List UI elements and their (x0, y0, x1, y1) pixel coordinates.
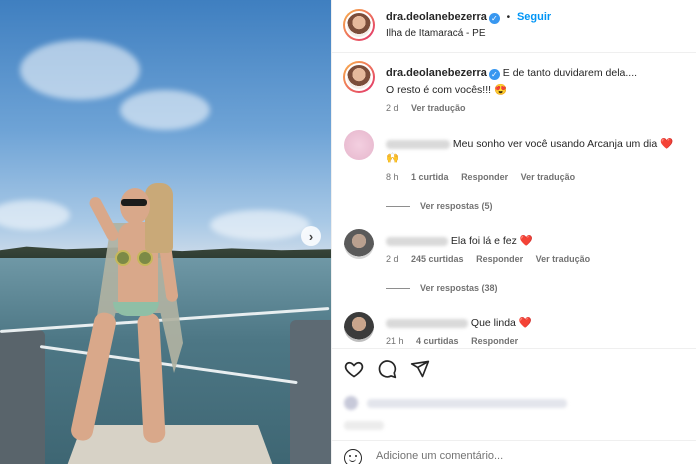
arm (87, 194, 121, 244)
post-panel: dra.deolanebezerra ✓ • Seguir Ilha de Ita… (331, 0, 696, 464)
divider (386, 206, 410, 208)
caption-avatar[interactable] (343, 61, 375, 93)
verified-badge-icon: ✓ (488, 13, 500, 24)
follow-button[interactable]: Seguir (517, 11, 551, 23)
reply-button[interactable]: Responder (471, 336, 518, 346)
boat-hull-left (0, 330, 45, 464)
head (120, 188, 150, 224)
post-age-row (344, 420, 384, 431)
view-replies-label: Ver respostas (38) (420, 283, 498, 293)
post-photo[interactable]: › (0, 0, 331, 464)
translate-link[interactable]: Ver tradução (521, 172, 576, 182)
comment-1-text-cont: 🙌 (386, 152, 400, 164)
cloud (210, 210, 310, 240)
author-username[interactable]: dra.deolanebezerra (386, 11, 487, 23)
comment-input[interactable] (376, 448, 676, 464)
comment-3-line: Que linda ❤️ (386, 316, 532, 329)
cloud (120, 90, 210, 130)
comment-icon[interactable] (377, 359, 397, 379)
view-replies-button[interactable]: Ver respostas (38) (386, 283, 498, 293)
emoji-icon[interactable] (344, 449, 362, 464)
comment-1-meta: 8 h 1 curtida Responder Ver tradução (386, 172, 575, 182)
comment-age[interactable]: 21 h (386, 336, 404, 346)
comment-1-line: Meu sonho ver você usando Arcanja um dia… (386, 137, 673, 150)
caption-line: dra.deolanebezerra ✓ E de tanto duvidarem… (386, 67, 637, 80)
translate-link[interactable]: Ver tradução (536, 254, 591, 264)
cloud (20, 40, 140, 100)
heart-icon[interactable] (344, 359, 364, 379)
divider (386, 288, 410, 290)
bikini-top (115, 250, 131, 266)
liker-avatar (344, 396, 358, 410)
comment-age[interactable]: 2 d (386, 254, 399, 264)
comment-3-text: Que linda ❤️ (470, 317, 532, 329)
separator: • (506, 12, 511, 23)
caption-meta: 2 d Ver tradução (386, 103, 466, 113)
comment-2-text: Ela foi lá e fez ❤️ (450, 235, 533, 247)
comment-2-line: Ela foi lá e fez ❤️ (386, 234, 533, 247)
action-bar (332, 348, 696, 388)
caption-age[interactable]: 2 d (386, 103, 399, 113)
commenter-avatar[interactable] (344, 229, 374, 259)
caption-text-2: O resto é com vocês!!! 😍 (386, 84, 508, 96)
author-avatar[interactable] (343, 9, 375, 41)
post-age-blurred (344, 420, 384, 430)
view-replies-label: Ver respostas (5) (420, 201, 493, 211)
carousel-next-button[interactable]: › (301, 226, 321, 246)
comment-likes[interactable]: 245 curtidas (411, 254, 464, 264)
comment-age[interactable]: 8 h (386, 172, 399, 182)
liked-by-text-blurred (366, 398, 567, 408)
add-comment-bar (332, 440, 696, 464)
bikini-bottom (113, 302, 159, 316)
author-line: dra.deolanebezerra ✓ • Seguir (386, 11, 551, 24)
commenter-avatar[interactable] (344, 312, 374, 342)
comment-3-meta: 21 h 4 curtidas Responder (386, 336, 518, 346)
caption-username[interactable]: dra.deolanebezerra (386, 67, 487, 79)
chevron-right-icon: › (308, 228, 314, 244)
commenter-username-blurred[interactable] (386, 139, 450, 149)
view-replies-button[interactable]: Ver respostas (5) (386, 201, 493, 211)
comment-likes[interactable]: 1 curtida (411, 172, 449, 182)
share-icon[interactable] (410, 359, 430, 379)
sunglasses (121, 199, 147, 206)
commenter-avatar[interactable] (344, 130, 374, 160)
reply-button[interactable]: Responder (476, 254, 523, 264)
post-location[interactable]: Ilha de Itamaracá - PE (386, 28, 486, 39)
reply-button[interactable]: Responder (461, 172, 508, 182)
verified-badge-icon: ✓ (488, 69, 500, 80)
commenter-username-blurred[interactable] (386, 318, 468, 328)
caption-text: E de tanto duvidarem dela.... (502, 67, 638, 79)
comment-2-meta: 2 d 245 curtidas Responder Ver tradução (386, 254, 590, 264)
commenter-username-blurred[interactable] (386, 236, 448, 246)
liked-by-row[interactable] (344, 396, 567, 410)
post-header: dra.deolanebezerra ✓ • Seguir Ilha de Ita… (332, 0, 696, 53)
comment-1-text: Meu sonho ver você usando Arcanja um dia… (452, 138, 674, 150)
cloud (0, 200, 70, 230)
comment-likes[interactable]: 4 curtidas (416, 336, 459, 346)
hair (145, 183, 173, 253)
caption-translate-link[interactable]: Ver tradução (411, 103, 466, 113)
boat-hull-right (290, 320, 331, 464)
